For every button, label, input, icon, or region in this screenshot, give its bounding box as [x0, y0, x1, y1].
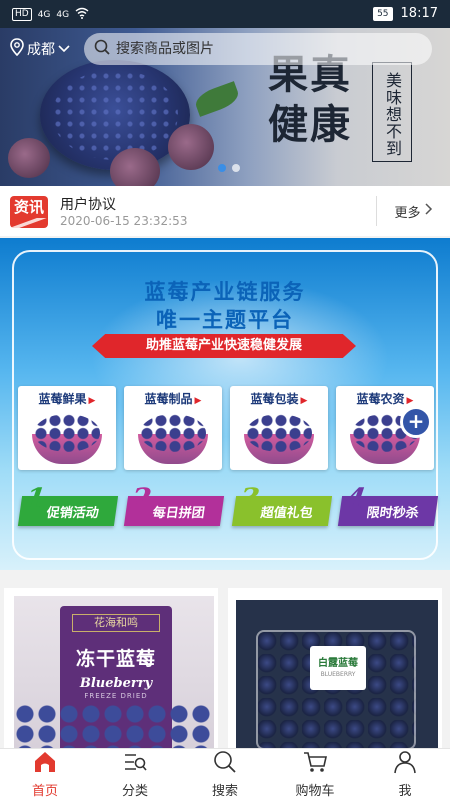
plus-icon[interactable]: + — [400, 406, 432, 438]
location-label: 成都 — [27, 42, 55, 58]
blueberry-image — [34, 414, 100, 452]
tab-home[interactable]: 首页 — [0, 749, 90, 800]
product-grid: 花海和鸣 冻干蓝莓 Blueberry FREEZE DRIED 白露蓝莓 BL… — [0, 588, 450, 748]
blueberry-image — [14, 704, 214, 748]
carousel-dot[interactable] — [232, 164, 240, 172]
activity-label: 每日拼团 — [151, 505, 206, 521]
blueberry-image — [140, 414, 206, 452]
location-selector[interactable]: 成都 — [10, 38, 70, 60]
tab-category[interactable]: 分类 — [90, 749, 180, 800]
box-label: 白露蓝莓 BLUEBERRY — [310, 646, 366, 690]
location-pin-icon — [10, 38, 24, 60]
chevron-down-icon — [58, 41, 70, 57]
product-image: 花海和鸣 冻干蓝莓 Blueberry FREEZE DRIED — [14, 596, 214, 748]
category-label: 蓝莓包装 — [230, 390, 328, 407]
package-en-sub: FREEZE DRIED — [84, 692, 148, 700]
activity-gift-pack[interactable]: 3 超值礼包 — [231, 482, 333, 526]
poster-subtitle: 唯一主题平台 — [156, 308, 294, 332]
bottom-tab-bar: 首页 分类 搜索 购物车 我 — [0, 748, 450, 800]
banner-sub-slogan-box: 美味想不到 — [372, 62, 412, 162]
tab-label: 购物车 — [295, 784, 335, 799]
banner-slogan: 果真健康 — [268, 51, 352, 148]
category-label: 蓝莓农资 — [336, 390, 434, 407]
activity-label: 超值礼包 — [259, 505, 314, 521]
leaf-image — [192, 81, 242, 117]
search-icon — [94, 39, 110, 59]
search-bar[interactable] — [84, 33, 432, 65]
wifi-icon — [75, 7, 89, 22]
product-image: 白露蓝莓 BLUEBERRY — [236, 600, 438, 748]
box-label-sub: BLUEBERRY — [320, 671, 356, 678]
poster-title: 蓝莓产业链服务 — [144, 280, 306, 304]
network-tag: HD — [12, 8, 32, 21]
package-en-name: Blueberry — [79, 676, 153, 691]
tab-search[interactable]: 搜索 — [180, 749, 270, 800]
home-icon — [32, 750, 58, 778]
news-time: 2020-06-15 23:32:53 — [60, 214, 188, 228]
user-icon — [392, 750, 418, 778]
blueberry-bowl-image — [40, 60, 190, 170]
tab-label: 搜索 — [211, 784, 238, 799]
tab-label: 分类 — [121, 784, 148, 799]
activity-number: 2 — [129, 482, 154, 515]
tab-label: 我 — [398, 784, 412, 799]
category-products[interactable]: 蓝莓制品 — [124, 386, 222, 470]
fig-image — [168, 124, 214, 170]
banner-sub-slogan: 美味想不到 — [383, 71, 402, 157]
activity-label: 促销活动 — [45, 505, 100, 521]
clock: 18:17 — [400, 6, 438, 21]
box-label-text: 白露蓝莓 — [318, 658, 358, 669]
package-name: 冻干蓝莓 — [75, 648, 156, 670]
battery-icon: 55 — [373, 6, 393, 21]
carousel-dot-active[interactable] — [218, 164, 226, 172]
category-label: 蓝莓制品 — [124, 390, 222, 407]
activity-flash-sale[interactable]: 4 限时秒杀 — [337, 482, 439, 526]
search-icon — [212, 750, 238, 778]
tab-cart[interactable]: 购物车 — [270, 749, 360, 800]
blueberry-image — [246, 414, 312, 452]
activity-promotion[interactable]: 1 促销活动 — [17, 482, 119, 526]
fig-image — [8, 138, 50, 178]
fig-image — [110, 148, 160, 186]
category-fresh-fruit[interactable]: 蓝莓鲜果 — [18, 386, 116, 470]
news-more-button[interactable]: 更多 — [376, 196, 450, 226]
activity-number: 3 — [237, 482, 262, 515]
status-bar: HD 4G 4G 55 18:17 — [0, 0, 450, 28]
category-packaging[interactable]: 蓝莓包装 — [230, 386, 328, 470]
category-icon — [122, 750, 148, 778]
category-label: 蓝莓鲜果 — [18, 390, 116, 407]
news-bar[interactable]: 资讯 用户协议 2020-06-15 23:32:53 更多 — [0, 186, 450, 236]
more-label: 更多 — [394, 205, 421, 221]
activity-label: 限时秒杀 — [365, 505, 420, 521]
news-title[interactable]: 用户协议 — [60, 194, 116, 214]
signal-icon: 4G — [37, 9, 51, 20]
product-card[interactable]: 白露蓝莓 BLUEBERRY — [228, 588, 442, 748]
news-badge: 资讯 — [10, 196, 48, 228]
carousel-dots — [218, 164, 240, 172]
cart-icon — [302, 750, 328, 778]
activity-number: 4 — [343, 482, 368, 515]
chevron-right-icon — [424, 203, 433, 219]
package-brand: 花海和鸣 — [72, 614, 160, 632]
tab-label: 首页 — [31, 784, 58, 799]
product-card[interactable]: 花海和鸣 冻干蓝莓 Blueberry FREEZE DRIED — [4, 588, 218, 748]
promo-poster: 蓝莓产业链服务 唯一主题平台 助推蓝莓产业快速稳健发展 蓝莓鲜果 蓝莓制品 蓝莓… — [0, 238, 450, 570]
poster-ribbon: 助推蓝莓产业快速稳健发展 — [92, 334, 356, 358]
search-input[interactable] — [116, 41, 406, 57]
activity-number: 1 — [23, 482, 48, 515]
tab-me[interactable]: 我 — [360, 749, 450, 800]
signal-icon: 4G — [56, 9, 70, 20]
activity-group-buy[interactable]: 2 每日拼团 — [123, 482, 225, 526]
